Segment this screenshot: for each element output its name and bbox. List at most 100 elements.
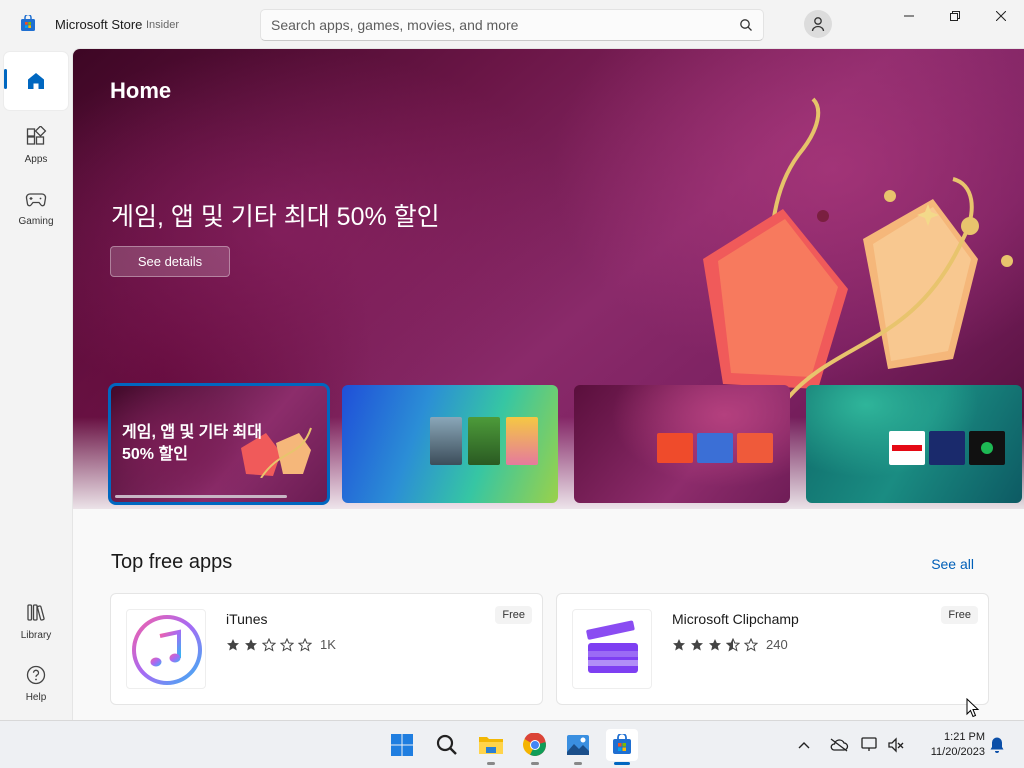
carousel-progress	[115, 495, 287, 498]
notifications-button[interactable]	[985, 729, 1009, 761]
clock[interactable]: 1:21 PM 11/20/2023	[915, 730, 985, 760]
running-indicator	[487, 762, 495, 765]
sidebar-item-apps[interactable]: Apps	[4, 118, 68, 176]
selection-indicator	[4, 69, 7, 89]
itunes-icon	[132, 615, 202, 685]
app-icon-container	[126, 609, 206, 689]
sidebar-label-apps: Apps	[24, 154, 48, 165]
page-title: Home	[110, 78, 172, 103]
sidebar-item-home[interactable]	[4, 52, 68, 110]
volume-muted-icon	[888, 737, 904, 753]
app-title: Microsoft Store	[55, 17, 143, 32]
app-name: Microsoft Clipchamp	[672, 611, 799, 627]
store-logo-icon	[21, 15, 35, 31]
carousel-card-audio[interactable]	[574, 385, 790, 503]
star-empty-icon	[744, 637, 758, 652]
minimize-button[interactable]	[886, 0, 932, 32]
start-button[interactable]	[386, 729, 418, 761]
maximize-button[interactable]	[932, 0, 978, 32]
running-indicator	[531, 762, 539, 765]
sidebar-item-gaming[interactable]: Gaming	[4, 180, 68, 238]
photos-button[interactable]	[562, 729, 594, 765]
star-filled-icon	[245, 638, 257, 650]
insider-badge: Insider	[146, 19, 180, 31]
library-icon	[27, 604, 45, 621]
apps-icon	[26, 126, 47, 145]
home-icon	[28, 73, 44, 89]
cloud-offline-icon	[830, 738, 849, 752]
network-tray-button[interactable]	[858, 729, 882, 761]
app-icon-container	[572, 609, 652, 689]
search-icon	[436, 734, 457, 755]
folder-icon	[479, 737, 503, 754]
price-badge: Free	[495, 606, 532, 624]
active-indicator	[614, 762, 630, 765]
sidebar-label-help: Help	[25, 692, 47, 703]
main-content: Home 게임, 앱 및 기타 최대 50% 할인 See details 게임…	[72, 48, 1024, 720]
search-input[interactable]	[271, 17, 721, 33]
game-cover-roblox	[430, 417, 462, 465]
bell-icon	[990, 737, 1004, 753]
store-icon	[613, 734, 631, 754]
photos-icon	[567, 735, 589, 755]
chrome-icon	[523, 733, 546, 756]
see-details-button[interactable]: See details	[110, 246, 230, 277]
title-bar: Microsoft Store Insider	[0, 0, 1024, 48]
star-filled-icon	[227, 638, 239, 650]
show-hidden-icons-button[interactable]	[792, 729, 816, 761]
carousel-card-games[interactable]	[342, 385, 558, 503]
account-avatar[interactable]	[804, 10, 832, 38]
search-box[interactable]	[260, 9, 764, 41]
star-half-icon	[726, 637, 740, 652]
chevron-up-icon	[798, 742, 810, 749]
sidebar-label-library: Library	[20, 630, 52, 641]
app-card-itunes[interactable]: iTunes 1K Free	[110, 593, 543, 705]
sidebar-item-library[interactable]: Library	[4, 594, 68, 652]
carousel-card-streaming[interactable]	[806, 385, 1022, 503]
minimize-icon	[904, 15, 914, 17]
restore-icon	[950, 11, 960, 21]
sidebar: Apps Gaming Library Help	[0, 48, 72, 720]
netflix-logo	[889, 431, 925, 465]
app-rating: 1K	[226, 637, 336, 652]
carousel-card-sale[interactable]: 게임, 앱 및 기타 최대 50% 할인	[108, 383, 330, 505]
clipchamp-icon	[586, 620, 638, 673]
rating-count: 240	[766, 637, 788, 652]
app-card-clipchamp[interactable]: Microsoft Clipchamp 240 Free	[556, 593, 989, 705]
price-badge: Free	[941, 606, 978, 624]
onedrive-tray-button[interactable]	[826, 729, 852, 761]
game-cover-minecraft	[468, 417, 500, 465]
section-title-top-free-apps: Top free apps	[111, 551, 233, 573]
app-name: iTunes	[226, 611, 268, 627]
windows-logo-icon	[391, 734, 413, 756]
chrome-button[interactable]	[519, 729, 551, 765]
running-indicator	[574, 762, 582, 765]
game-cover-candy	[506, 417, 538, 465]
dts-logo	[737, 433, 773, 463]
star-filled-icon	[673, 638, 685, 650]
volume-tray-button[interactable]	[884, 729, 908, 761]
dolby-logo	[697, 433, 733, 463]
star-empty-icon	[298, 637, 312, 652]
mouse-cursor-icon	[966, 698, 980, 718]
spotify-logo	[969, 431, 1005, 465]
taskbar-search-button[interactable]	[431, 729, 463, 761]
star-filled-icon	[691, 638, 703, 650]
close-icon	[996, 11, 1006, 21]
file-explorer-button[interactable]	[475, 729, 507, 765]
gamepad-icon	[25, 193, 47, 207]
sidebar-item-help[interactable]: Help	[4, 656, 68, 714]
close-button[interactable]	[978, 0, 1024, 32]
sidebar-label-gaming: Gaming	[18, 216, 54, 227]
see-all-link[interactable]: See all	[931, 556, 974, 572]
taskbar: 1:21 PM 11/20/2023	[0, 720, 1024, 768]
rakuten-logo	[657, 433, 693, 463]
help-icon	[26, 665, 46, 685]
search-icon[interactable]	[739, 18, 753, 32]
clock-time: 1:21 PM	[944, 731, 985, 743]
carousel-card-caption: 게임, 앱 및 기타 최대 50% 할인	[122, 424, 262, 463]
rating-count: 1K	[320, 637, 336, 652]
clock-date: 11/20/2023	[930, 746, 985, 758]
app-rating: 240	[672, 637, 788, 652]
store-taskbar-button[interactable]	[606, 729, 638, 765]
